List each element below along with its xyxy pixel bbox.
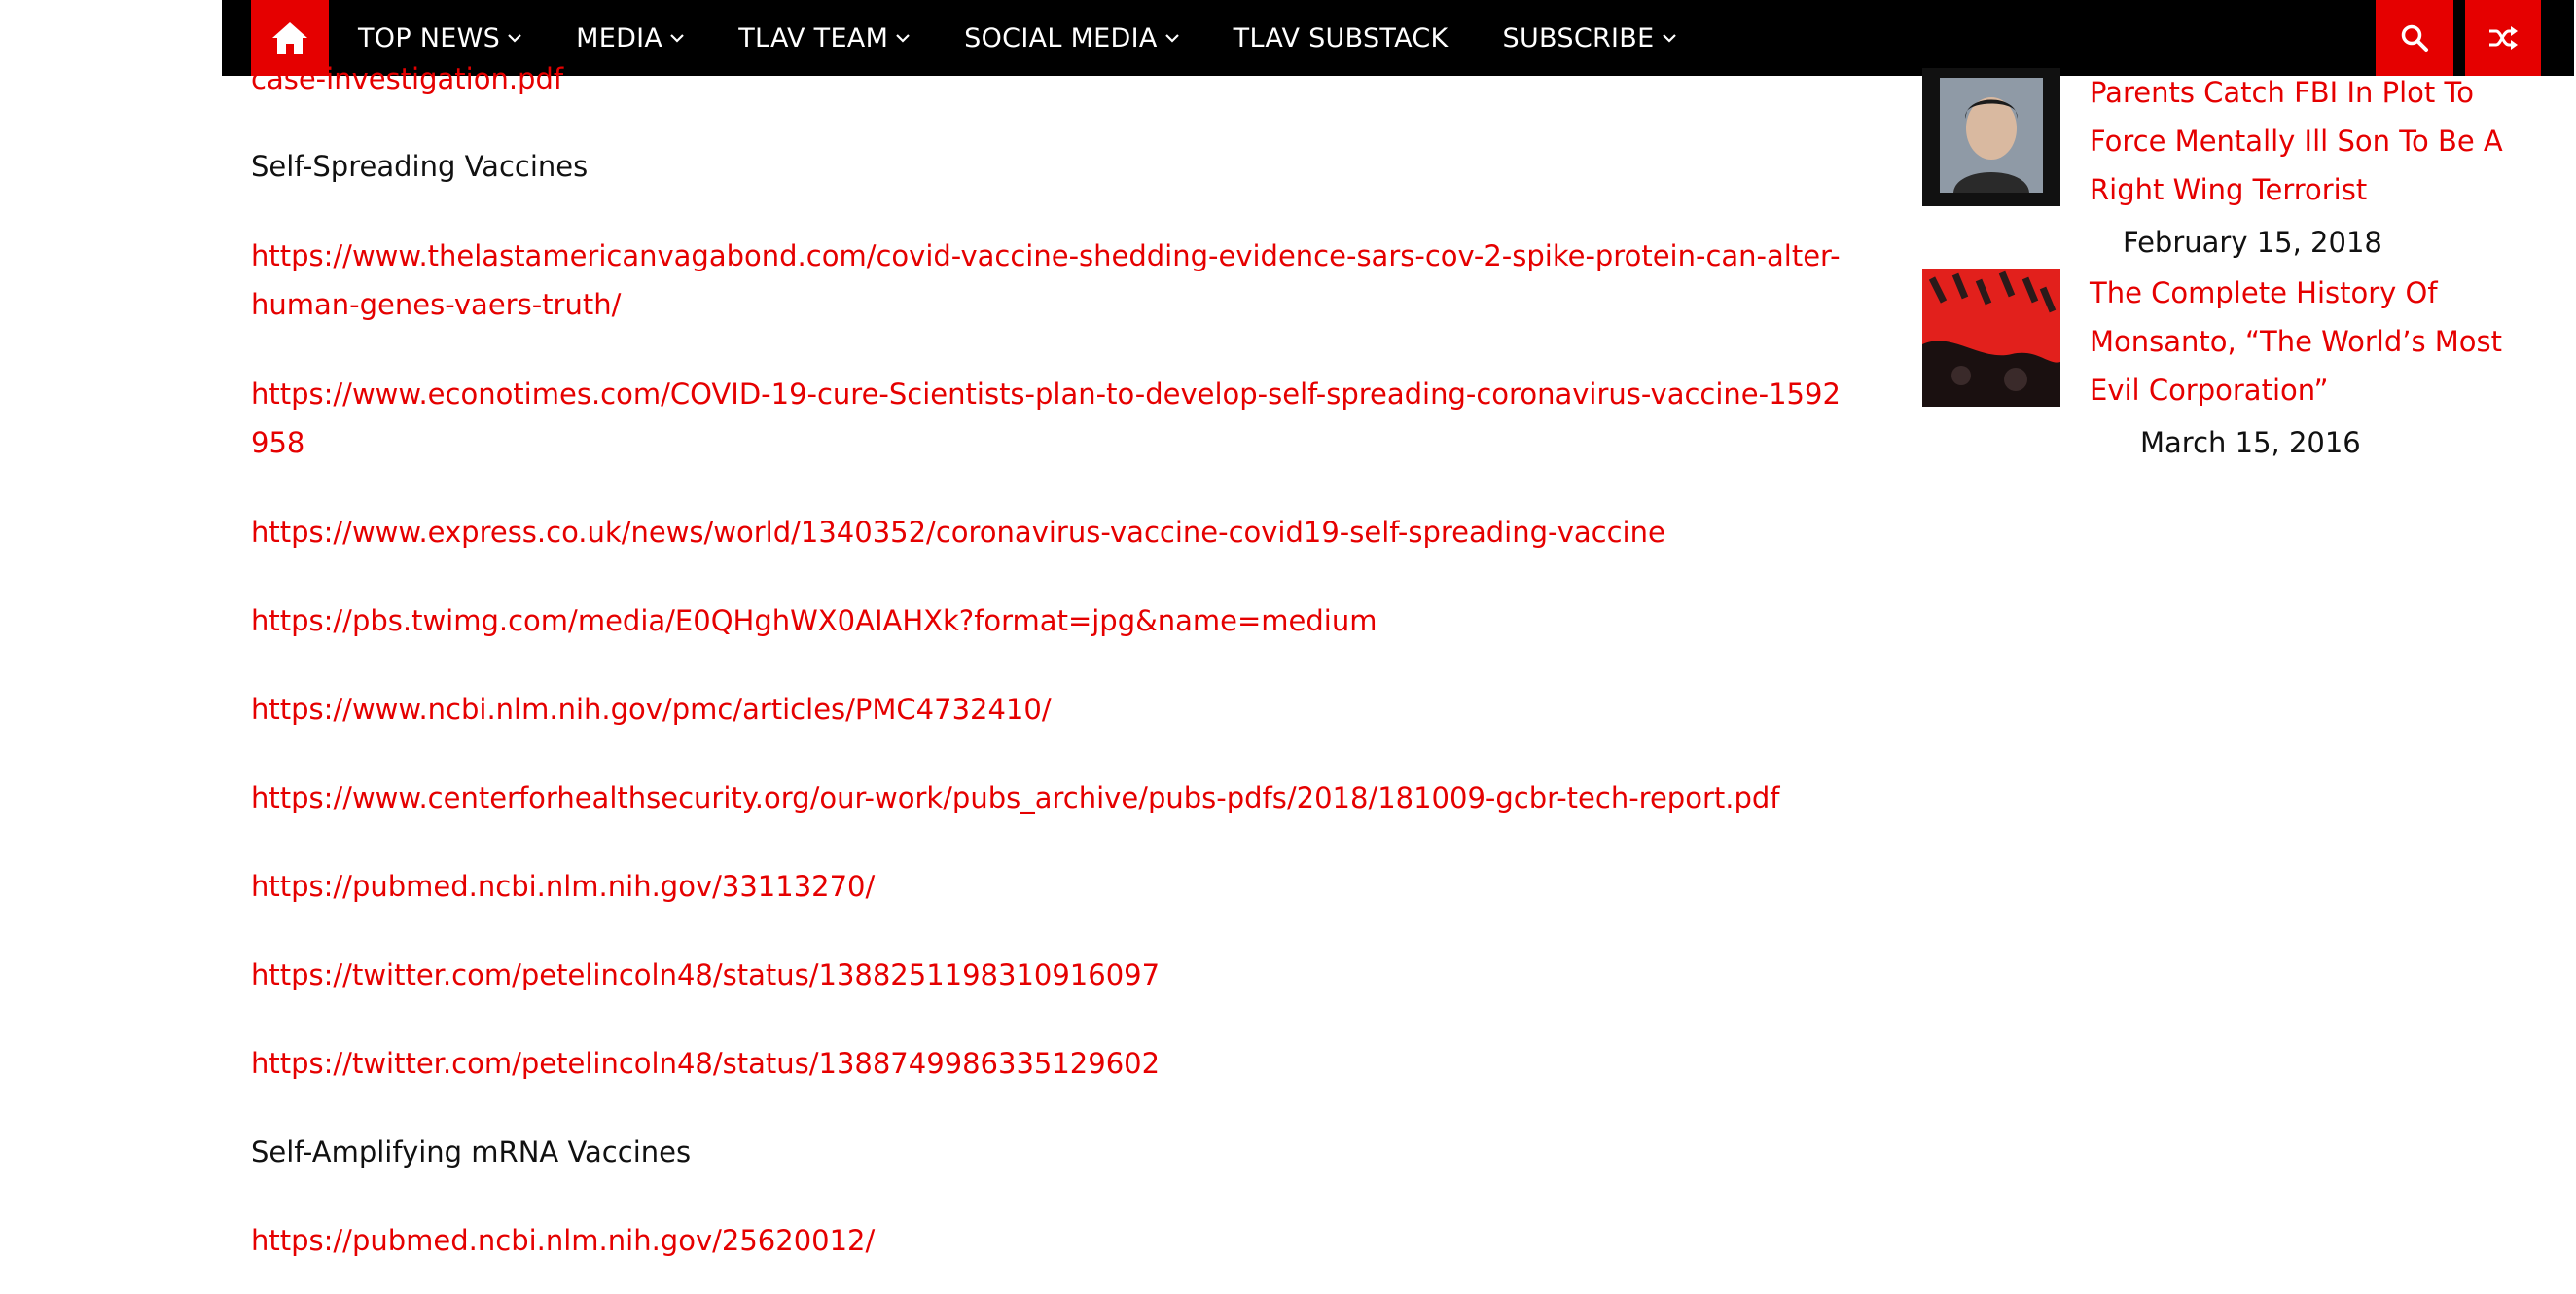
chevron-down-icon [896,33,910,43]
main-menu: TOP NEWS MEDIA TLAV TEAM SOCIAL MEDIA TL… [358,0,1731,76]
post-thumbnail[interactable] [1922,68,2060,206]
menu-item-label: TLAV TEAM [738,22,889,54]
post-thumbnail[interactable] [1922,269,2060,407]
shuffle-icon [2489,26,2518,50]
menu-item-label: SUBSCRIBE [1502,22,1655,54]
article-link[interactable]: https://www.econotimes.com/COVID-19-cure… [251,377,1841,459]
menu-item-social-media[interactable]: SOCIAL MEDIA [964,22,1179,54]
menu-item-label: MEDIA [576,22,663,54]
menu-item-top-news[interactable]: TOP NEWS [358,23,521,54]
menu-item-label: SOCIAL MEDIA [964,22,1158,54]
menu-item-tlav-team[interactable]: TLAV TEAM [738,23,910,54]
chevron-down-icon [1164,33,1179,43]
random-post-button[interactable] [2465,0,2541,76]
article-link[interactable]: https://twitter.com/petelincoln48/status… [251,1047,1160,1080]
menu-item-label: TOP NEWS [358,22,501,54]
menu-item-label: TLAV SUBSTACK [1233,22,1449,54]
section-heading: Self-Amplifying mRNA Vaccines [251,1135,692,1168]
article-link[interactable]: https://pubmed.ncbi.nlm.nih.gov/33113270… [251,870,875,903]
home-icon [272,22,307,54]
article-link[interactable]: https://pbs.twimg.com/media/E0QHghWX0AIA… [251,604,1377,637]
search-icon [2401,24,2428,52]
menu-item-tlav-substack[interactable]: TLAV SUBSTACK [1234,23,1449,54]
article-link[interactable]: https://www.ncbi.nlm.nih.gov/pmc/article… [251,693,1052,726]
article-link[interactable]: https://pubmed.ncbi.nlm.nih.gov/25620012… [251,1224,875,1257]
article-link[interactable]: https://www.thelastamericanvagabond.com/… [251,239,1841,321]
section-heading: Self-Spreading Vaccines [251,150,589,183]
search-button[interactable] [2376,0,2453,76]
article-link[interactable]: https://twitter.com/petelincoln48/status… [251,958,1160,991]
chevron-down-icon [508,33,521,43]
sidebar-post-title[interactable]: Parents Catch FBI In Plot To Force Menta… [2090,68,2557,214]
top-navigation-bar: TOP NEWS MEDIA TLAV TEAM SOCIAL MEDIA TL… [222,0,2574,76]
sidebar-post-title[interactable]: The Complete History Of Monsanto, “The W… [2090,269,2557,414]
article-link[interactable]: https://www.centerforhealthsecurity.org/… [251,781,1779,814]
menu-item-subscribe[interactable]: SUBSCRIBE [1503,23,1676,54]
chevron-down-icon [670,33,684,43]
menu-item-media[interactable]: MEDIA [576,23,684,54]
sidebar-post-date: March 15, 2016 [2140,426,2361,459]
article-link[interactable]: case-investigation.pdf [251,54,563,103]
sidebar-post-date: February 15, 2018 [2123,226,2382,259]
article-link[interactable]: https://www.express.co.uk/news/world/134… [251,516,1665,549]
chevron-down-icon [1662,33,1676,43]
